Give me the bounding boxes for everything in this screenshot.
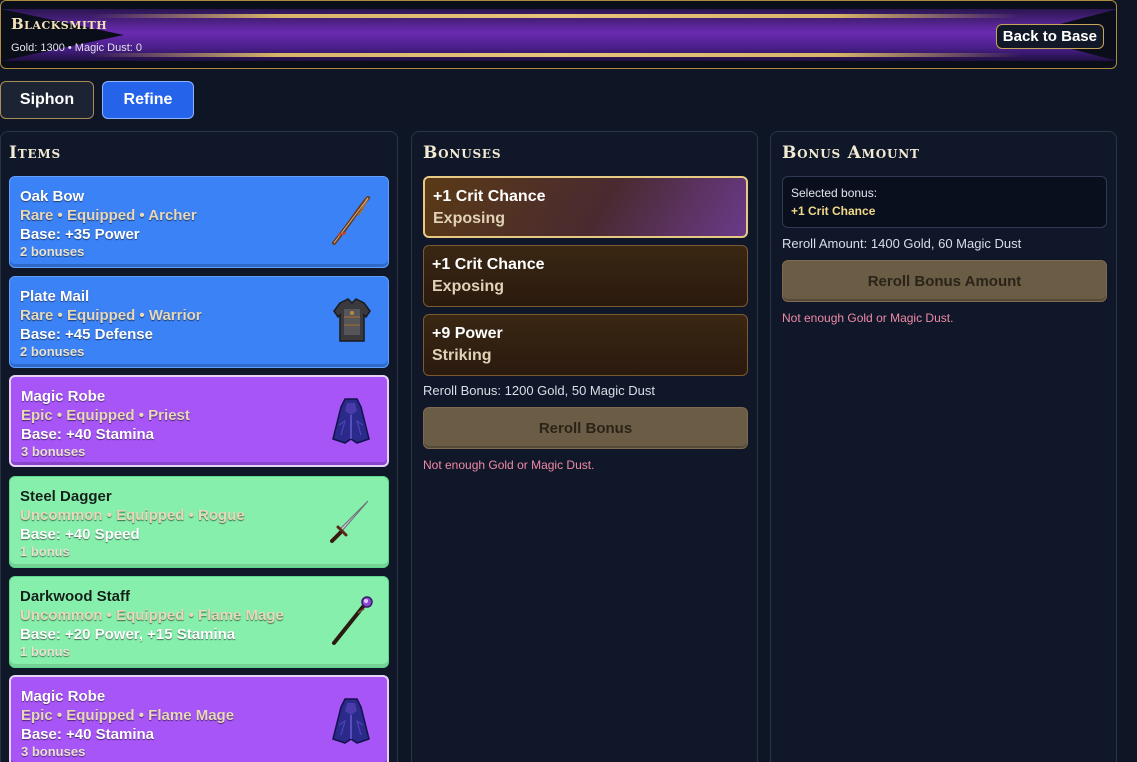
- item-base-stat: Base: +40 Stamina: [21, 726, 154, 743]
- item-card[interactable]: Magic Robe Epic • Equipped • Priest Base…: [9, 375, 389, 467]
- header-bar: Blacksmith Gold: 1300 • Magic Dust: 0 Ba…: [0, 0, 1117, 69]
- bonus-card-selected[interactable]: +1 Crit Chance Exposing: [423, 176, 748, 238]
- item-card[interactable]: Plate Mail Rare • Equipped • Warrior Bas…: [9, 276, 389, 368]
- item-bonus-count: 3 bonuses: [21, 444, 86, 459]
- selected-bonus-label: Selected bonus:: [791, 186, 878, 200]
- items-panel: Items Oak Bow Rare • Equipped • Archer B…: [0, 131, 398, 762]
- item-card[interactable]: Steel Dagger Uncommon • Equipped • Rogue…: [9, 476, 389, 568]
- armor-icon: [333, 298, 371, 342]
- tab-bar: Siphon Refine: [0, 81, 194, 119]
- items-panel-title: Items: [9, 143, 61, 163]
- bonus-type: Exposing: [432, 278, 505, 295]
- resource-summary: Gold: 1300 • Magic Dust: 0: [11, 42, 143, 54]
- bonus-name: +9 Power: [432, 325, 503, 342]
- selected-bonus-value: +1 Crit Chance: [791, 204, 876, 218]
- reroll-bonus-button[interactable]: Reroll Bonus: [423, 407, 748, 449]
- item-meta: Epic • Equipped • Flame Mage: [21, 707, 235, 724]
- item-meta: Epic • Equipped • Priest: [21, 407, 190, 424]
- item-name: Magic Robe: [21, 388, 106, 405]
- item-base-stat: Base: +45 Defense: [20, 326, 153, 343]
- reroll-amount-cost: Reroll Amount: 1400 Gold, 60 Magic Dust: [782, 236, 1022, 251]
- bonus-amount-panel-title: Bonus Amount: [782, 143, 920, 163]
- banner-trim-bottom: [91, 53, 1021, 57]
- item-meta: Rare • Equipped • Warrior: [20, 307, 202, 324]
- item-meta: Rare • Equipped • Archer: [20, 207, 197, 224]
- robe-icon: [332, 398, 370, 444]
- item-name: Steel Dagger: [20, 488, 112, 505]
- item-card[interactable]: Darkwood Staff Uncommon • Equipped • Fla…: [9, 576, 389, 668]
- selected-bonus-box: Selected bonus: +1 Crit Chance: [782, 176, 1107, 228]
- robe-icon: [332, 698, 370, 744]
- item-name: Darkwood Staff: [20, 588, 131, 605]
- bonus-name: +1 Crit Chance: [432, 256, 545, 273]
- item-bonus-count: 1 bonus: [20, 544, 70, 559]
- bonus-card[interactable]: +1 Crit Chance Exposing: [423, 245, 748, 307]
- item-base-stat: Base: +40 Stamina: [21, 426, 154, 443]
- bow-icon: [332, 196, 370, 245]
- item-base-stat: Base: +20 Power, +15 Stamina: [20, 626, 236, 643]
- reroll-amount-warning: Not enough Gold or Magic Dust.: [782, 311, 954, 325]
- bonuses-panel-title: Bonuses: [423, 143, 502, 163]
- item-meta: Uncommon • Equipped • Flame Mage: [20, 607, 284, 624]
- reroll-bonus-amount-button[interactable]: Reroll Bonus Amount: [782, 260, 1107, 302]
- item-base-stat: Base: +40 Speed: [20, 526, 140, 543]
- item-name: Oak Bow: [20, 188, 85, 205]
- item-name: Plate Mail: [20, 288, 90, 305]
- bonus-card[interactable]: +9 Power Striking: [423, 314, 748, 376]
- tab-refine[interactable]: Refine: [102, 81, 194, 119]
- banner-trim-top: [91, 14, 1021, 18]
- reroll-bonus-warning: Not enough Gold or Magic Dust.: [423, 458, 595, 472]
- reroll-bonus-cost: Reroll Bonus: 1200 Gold, 50 Magic Dust: [423, 383, 655, 398]
- tab-siphon[interactable]: Siphon: [0, 81, 94, 119]
- item-card[interactable]: Oak Bow Rare • Equipped • Archer Base: +…: [9, 176, 389, 268]
- bonus-type: Striking: [432, 347, 492, 364]
- back-to-base-button[interactable]: Back to Base: [995, 24, 1104, 49]
- bonus-name: +1 Crit Chance: [433, 188, 546, 205]
- staff-icon: [332, 596, 373, 645]
- item-meta: Uncommon • Equipped • Rogue: [20, 507, 245, 524]
- page-title: Blacksmith: [11, 15, 108, 33]
- dagger-icon: [330, 500, 369, 543]
- item-name: Magic Robe: [21, 688, 106, 705]
- item-base-stat: Base: +35 Power: [20, 226, 140, 243]
- bonuses-panel: Bonuses +1 Crit Chance Exposing +1 Crit …: [411, 131, 758, 762]
- item-bonus-count: 1 bonus: [20, 644, 70, 659]
- bonus-amount-panel: Bonus Amount Selected bonus: +1 Crit Cha…: [770, 131, 1117, 762]
- item-bonus-count: 3 bonuses: [21, 744, 86, 759]
- item-card[interactable]: Magic Robe Epic • Equipped • Flame Mage …: [9, 675, 389, 762]
- bonus-type: Exposing: [433, 210, 506, 227]
- item-bonus-count: 2 bonuses: [20, 344, 85, 359]
- item-bonus-count: 2 bonuses: [20, 244, 85, 259]
